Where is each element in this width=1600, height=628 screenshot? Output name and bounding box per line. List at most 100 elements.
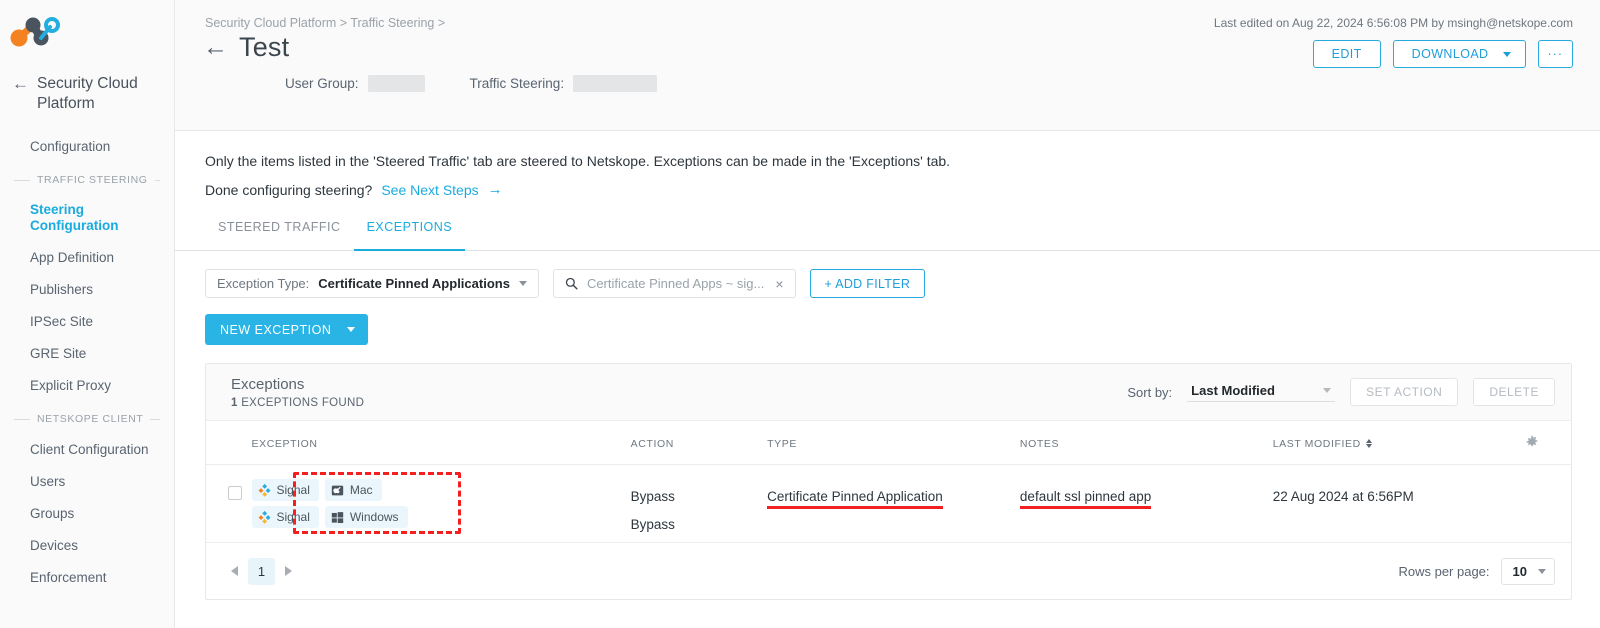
panel-count-suffix: EXCEPTIONS FOUND: [241, 397, 365, 409]
section-label: TRAFFIC STEERING: [37, 174, 148, 186]
sidebar-back-label: Security Cloud Platform: [37, 75, 138, 112]
info-line-1: Only the items listed in the 'Steered Tr…: [205, 153, 951, 169]
table-row[interactable]: Signal Mac Signal Windows Bypass Bypass …: [206, 465, 1571, 543]
th-settings[interactable]: [1525, 421, 1571, 465]
th-last-modified[interactable]: LAST MODIFIED: [1272, 421, 1526, 465]
panel-header-right: Sort by: Last Modified SET ACTION DELETE: [1127, 378, 1555, 406]
signal-icon: [258, 483, 270, 497]
sidebar-item-explicit-proxy[interactable]: Explicit Proxy: [0, 369, 174, 401]
badge-signal[interactable]: Signal: [251, 506, 319, 528]
gear-icon[interactable]: [1525, 435, 1539, 449]
mac-icon: [331, 485, 344, 495]
th-type[interactable]: TYPE: [767, 421, 1020, 465]
user-group-label: User Group:: [285, 76, 359, 91]
sort-by-value: Last Modified: [1191, 382, 1275, 398]
th-exception[interactable]: EXCEPTION: [251, 421, 631, 465]
page-back-arrow-icon[interactable]: ←: [203, 35, 228, 60]
tab-steered-traffic[interactable]: STEERED TRAFFIC: [205, 220, 354, 250]
row-settings-cell: [1525, 465, 1571, 543]
clear-search-icon[interactable]: ×: [775, 276, 783, 292]
page-header: Security Cloud Platform > Traffic Steeri…: [175, 0, 1600, 131]
sort-by-label: Sort by:: [1127, 384, 1173, 400]
badge-row: Signal Windows: [251, 506, 408, 528]
th-last-modified-sort[interactable]: LAST MODIFIED: [1273, 438, 1372, 450]
badge-signal[interactable]: Signal: [251, 479, 319, 501]
tab-exceptions[interactable]: EXCEPTIONS: [353, 220, 466, 251]
last-modified-cell: 22 Aug 2024 at 6:56PM: [1273, 465, 1526, 543]
table-header-row: EXCEPTION ACTION TYPE NOTES LAST MODIFIE…: [206, 421, 1571, 465]
notes-cell: default ssl pinned app: [1019, 465, 1273, 543]
exception-type-filter-key: Exception Type:: [217, 276, 310, 291]
sidebar-item-steering-configuration[interactable]: Steering Configuration: [0, 194, 174, 241]
exception-type-filter[interactable]: Exception Type: Certificate Pinned Appli…: [205, 269, 539, 298]
badge-group: Signal Mac Signal Windows: [251, 479, 408, 528]
th-notes[interactable]: NOTES: [1019, 421, 1273, 465]
windows-icon: [331, 511, 344, 523]
next-page-icon[interactable]: [285, 566, 292, 576]
sort-arrows-icon: [1365, 439, 1372, 448]
download-button[interactable]: DOWNLOAD: [1392, 40, 1526, 68]
edit-button[interactable]: EDIT: [1312, 40, 1381, 68]
app-root: ← Security Cloud Platform Configuration …: [0, 0, 1600, 628]
sidebar-item-groups[interactable]: Groups: [0, 497, 174, 529]
type-value: Certificate Pinned Application: [767, 489, 943, 509]
search-input[interactable]: Certificate Pinned Apps ~ sig...: [587, 276, 764, 291]
exceptions-panel: Exceptions 1 EXCEPTIONS FOUND Sort by: L…: [205, 363, 1572, 600]
panel-count: 1 EXCEPTIONS FOUND: [231, 397, 364, 409]
sidebar-section-traffic-steering: TRAFFIC STEERING: [0, 162, 174, 194]
logo-container[interactable]: [0, 0, 174, 64]
panel-title: Exceptions: [231, 376, 305, 393]
delete-button[interactable]: DELETE: [1473, 378, 1555, 406]
sidebar-item-configuration[interactable]: Configuration: [0, 130, 174, 162]
notes-value: default ssl pinned app: [1019, 489, 1152, 509]
more-options-button[interactable]: ···: [1537, 40, 1573, 68]
sidebar-item-enforcement[interactable]: Enforcement: [0, 561, 174, 593]
sidebar-item-client-configuration[interactable]: Client Configuration: [0, 433, 174, 465]
content-area: Only the items listed in the 'Steered Tr…: [175, 131, 1600, 600]
badge-signal-label: Signal: [276, 483, 310, 497]
search-filter[interactable]: Certificate Pinned Apps ~ sig... ×: [552, 269, 796, 298]
row-checkbox[interactable]: [228, 486, 242, 500]
badge-mac[interactable]: Mac: [324, 479, 382, 501]
sidebar-item-users[interactable]: Users: [0, 465, 174, 497]
new-exception-button[interactable]: NEW EXCEPTION: [205, 314, 369, 345]
pagination-controls: 1: [231, 557, 292, 585]
badge-windows[interactable]: Windows: [324, 506, 408, 528]
page-number-1[interactable]: 1: [248, 557, 275, 585]
add-filter-button[interactable]: + ADD FILTER: [809, 269, 926, 298]
exceptions-table: EXCEPTION ACTION TYPE NOTES LAST MODIFIE…: [206, 421, 1571, 542]
exception-type-filter-value: Certificate Pinned Applications: [318, 276, 510, 291]
th-action[interactable]: ACTION: [630, 421, 768, 465]
rows-per-page-select[interactable]: 10: [1500, 557, 1555, 585]
panel-count-number: 1: [231, 397, 238, 409]
last-edited-text: Last edited on Aug 22, 2024 6:56:08 PM b…: [1213, 16, 1573, 30]
sidebar-item-gre-site[interactable]: GRE Site: [0, 337, 174, 369]
info-line-2-prefix: Done configuring steering?: [205, 181, 373, 198]
pagination-bar: 1 Rows per page: 10: [206, 542, 1571, 599]
rows-per-page-value: 10: [1512, 563, 1527, 579]
badge-row: Signal Mac: [251, 479, 408, 501]
sidebar-item-ipsec-site[interactable]: IPSec Site: [0, 305, 174, 337]
arrow-right-icon: →: [487, 181, 503, 198]
chevron-down-icon: [1323, 387, 1332, 393]
badge-mac-label: Mac: [349, 483, 373, 497]
sidebar-item-devices[interactable]: Devices: [0, 529, 174, 561]
action-line-1: Bypass: [630, 489, 675, 504]
sidebar-item-publishers[interactable]: Publishers: [0, 273, 174, 305]
sidebar-item-app-definition[interactable]: App Definition: [0, 241, 174, 273]
download-button-label: DOWNLOAD: [1411, 47, 1489, 61]
see-next-steps-link[interactable]: See Next Steps: [381, 182, 478, 198]
user-group-value-redacted: [367, 75, 425, 92]
header-actions: EDIT DOWNLOAD ···: [1312, 40, 1573, 68]
netskope-logo-icon: [10, 17, 60, 47]
chevron-down-icon: [1502, 51, 1511, 57]
table-body: Signal Mac Signal Windows Bypass Bypass …: [206, 465, 1571, 543]
prev-page-icon[interactable]: [231, 566, 238, 576]
table-head: EXCEPTION ACTION TYPE NOTES LAST MODIFIE…: [206, 421, 1571, 465]
set-action-button[interactable]: SET ACTION: [1350, 378, 1459, 406]
main-content: Security Cloud Platform > Traffic Steeri…: [175, 0, 1600, 628]
badge-windows-label: Windows: [349, 510, 399, 524]
sidebar-back-link[interactable]: ← Security Cloud Platform: [0, 64, 174, 116]
new-exception-button-label: NEW EXCEPTION: [220, 322, 332, 337]
sort-by-select[interactable]: Last Modified: [1187, 382, 1336, 402]
